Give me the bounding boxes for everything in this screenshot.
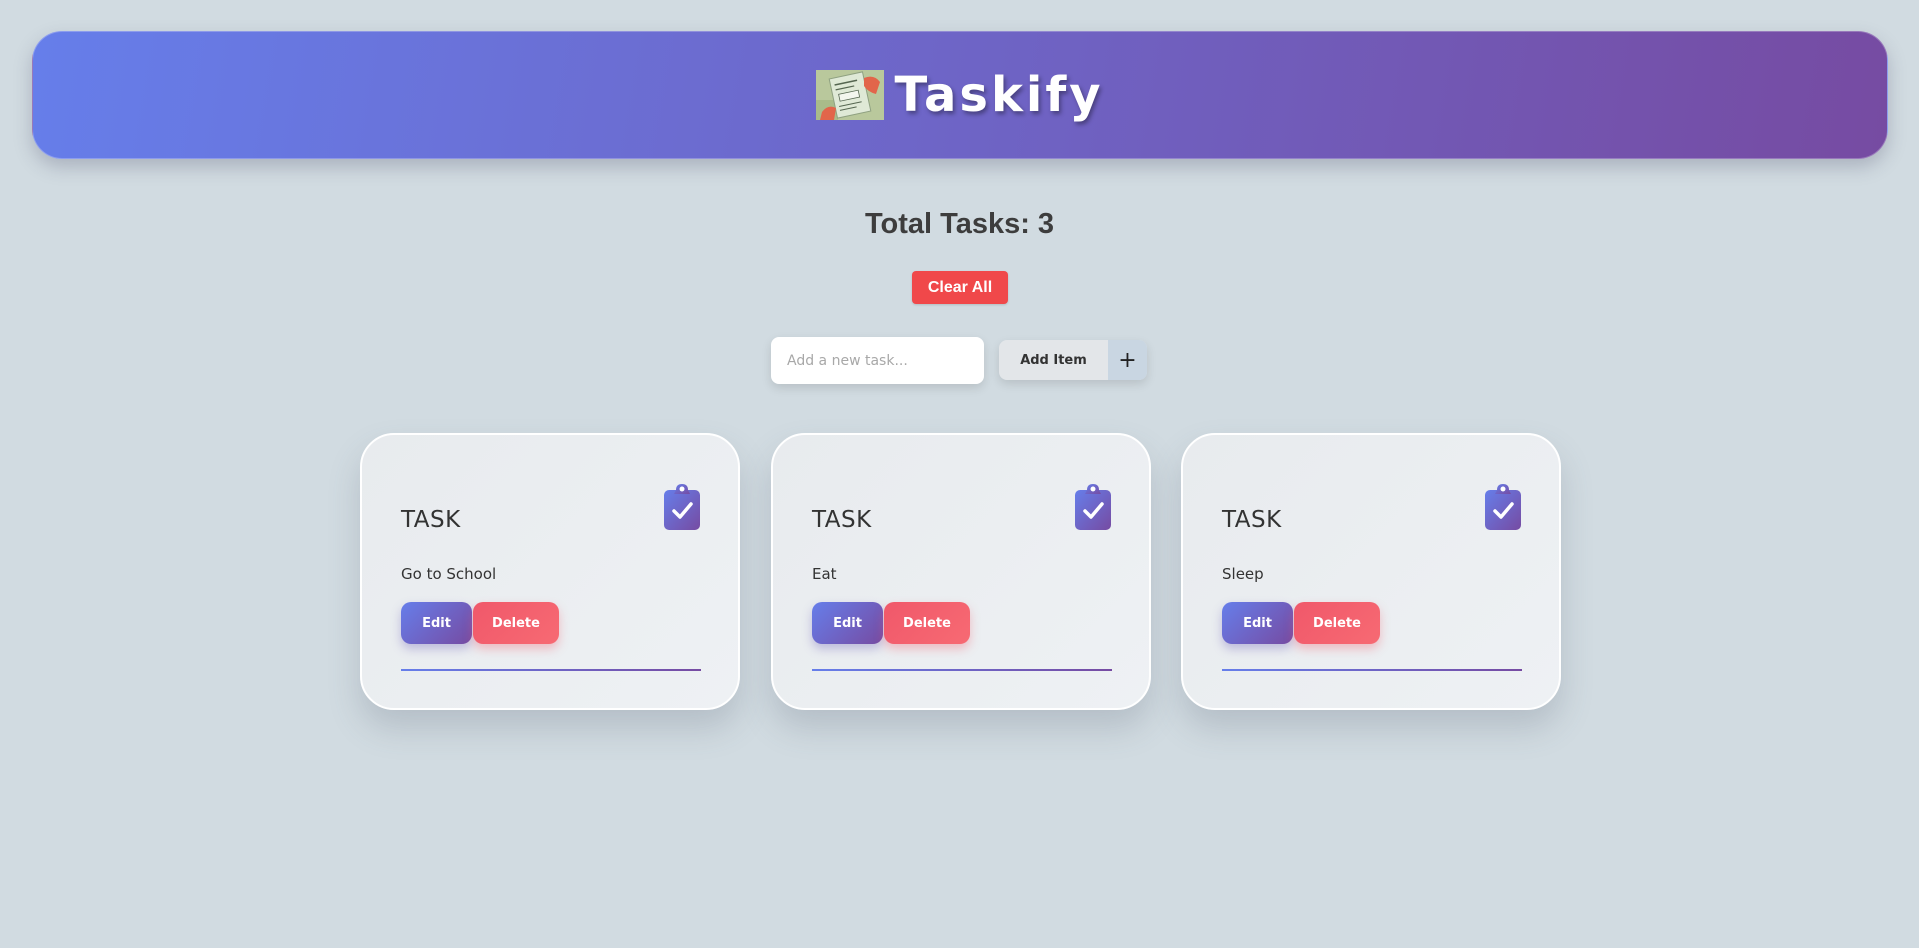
clipboard-check-icon — [664, 484, 700, 530]
plus-icon: + — [1108, 340, 1147, 380]
clear-all-button[interactable]: Clear All — [912, 271, 1008, 304]
new-task-input[interactable] — [771, 337, 984, 384]
add-item-label: Add Item — [1020, 352, 1087, 368]
delete-task-button[interactable]: Delete — [473, 602, 559, 644]
card-divider — [401, 669, 701, 671]
delete-task-button[interactable]: Delete — [884, 602, 970, 644]
total-tasks-heading: Total Tasks: 3 — [0, 208, 1919, 241]
card-divider — [812, 669, 1112, 671]
task-text: Go to School — [401, 565, 497, 583]
total-tasks-label: Total Tasks: — [864, 208, 1030, 240]
task-card: TASK Go to School Edit Delete — [360, 433, 740, 710]
brand: Taskify — [816, 67, 1103, 123]
delete-task-button[interactable]: Delete — [1294, 602, 1380, 644]
card-divider — [1222, 669, 1522, 671]
clipboard-check-icon — [1485, 484, 1521, 530]
total-tasks-count: 3 — [1037, 208, 1055, 240]
task-text: Eat — [812, 565, 837, 583]
task-card-heading: TASK — [1222, 507, 1282, 533]
add-item-button[interactable]: Add Item + — [999, 340, 1147, 380]
edit-task-button[interactable]: Edit — [812, 602, 883, 644]
task-card-heading: TASK — [812, 507, 872, 533]
edit-task-button[interactable]: Edit — [401, 602, 472, 644]
app-header: Taskify — [32, 31, 1888, 159]
app-title: Taskify — [894, 67, 1104, 123]
logo-image — [816, 70, 885, 120]
task-card-heading: TASK — [401, 507, 461, 533]
task-list: TASK Go to School Edit Delete TASK Eat E… — [360, 433, 1561, 710]
clipboard-check-icon — [1075, 484, 1111, 530]
edit-task-button[interactable]: Edit — [1222, 602, 1293, 644]
task-card: TASK Eat Edit Delete — [771, 433, 1151, 710]
task-text: Sleep — [1222, 565, 1264, 583]
task-card: TASK Sleep Edit Delete — [1181, 433, 1561, 710]
